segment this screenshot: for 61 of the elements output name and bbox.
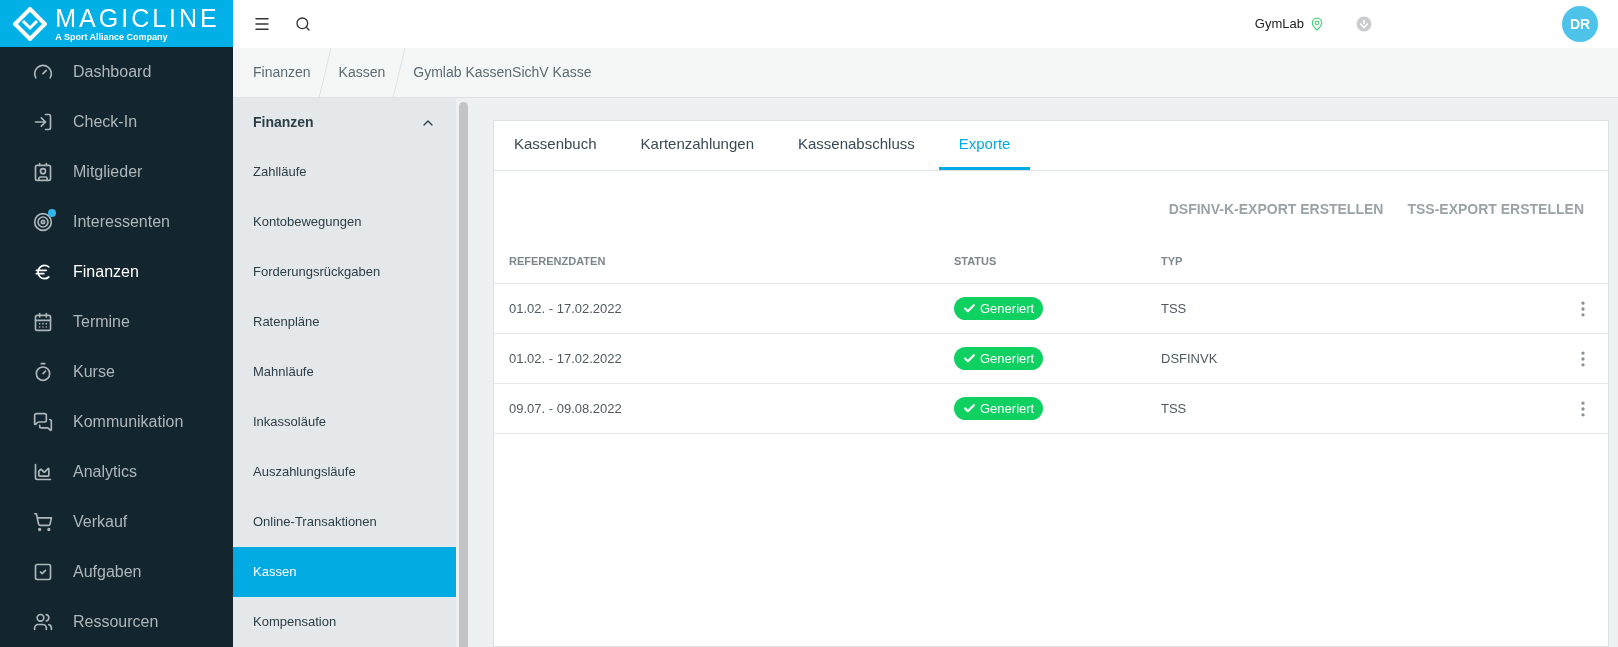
calendar-icon — [33, 312, 53, 332]
subnav-item[interactable]: Kontobewegungen — [233, 197, 456, 247]
subnav-item[interactable]: Zahlläufe — [233, 147, 456, 197]
checkbox-icon — [33, 562, 53, 582]
search-icon[interactable] — [295, 16, 311, 32]
nav-item[interactable]: Finanzen — [0, 247, 233, 297]
nav-item[interactable]: Verkauf — [0, 497, 233, 547]
subnav-item[interactable]: Online-Transaktionen — [233, 497, 456, 547]
subnav-item[interactable]: Inkassoläufe — [233, 397, 456, 447]
type-cell-text: DSFINVK — [1161, 349, 1219, 368]
chart-icon — [33, 462, 53, 482]
subnav-item[interactable]: Forderungsrückgaben — [233, 247, 456, 297]
column-header: TYP — [1161, 254, 1184, 270]
people-icon — [33, 612, 53, 632]
scrollbar-thumb[interactable] — [458, 102, 468, 647]
chat-bubbles-icon — [33, 412, 53, 432]
target-icon — [33, 212, 53, 232]
nav-item[interactable]: Check-In — [0, 97, 233, 147]
nav-item[interactable]: Mitglieder — [0, 147, 233, 197]
nav-item[interactable]: Aufgaben — [0, 547, 233, 597]
logo-icon — [13, 6, 48, 41]
breadcrumb-link[interactable]: Finanzen — [253, 62, 311, 83]
subnav-item[interactable]: Kompensation — [233, 597, 456, 647]
logo-wordmark: MAGICLINE — [55, 5, 220, 31]
stopwatch-icon — [33, 362, 53, 382]
nav-item[interactable]: Interessenten — [0, 197, 233, 247]
sign-in-icon — [33, 112, 53, 132]
nav-item[interactable]: Kurse — [0, 347, 233, 397]
shopping-cart-icon — [33, 512, 53, 532]
nav-item[interactable]: Termine — [0, 297, 233, 347]
nav-item[interactable]: Ressourcen — [0, 597, 233, 647]
tab[interactable]: Kassenabschluss — [778, 121, 935, 170]
subnav-item[interactable]: Auszahlungsläufe — [233, 447, 456, 497]
subnav-item[interactable]: Mahnläufe — [233, 347, 456, 397]
status-badge: Generiert — [954, 346, 1044, 370]
logo-tagline: A Sport Alliance Company — [55, 32, 169, 42]
status-badge: Generiert — [954, 296, 1044, 320]
menu-icon[interactable] — [253, 15, 271, 33]
column-header: REFERENZDATEN — [509, 254, 607, 270]
date-range-cell-text: 01.02. - 17.02.2022 — [509, 349, 623, 368]
nav-item[interactable]: Dashboard — [0, 47, 233, 97]
type-cell-text: TSS — [1161, 399, 1188, 418]
tab[interactable]: Kassenbuch — [514, 121, 617, 170]
breadcrumb-link[interactable]: Kassen — [338, 62, 386, 83]
tab[interactable]: Kartenzahlungen — [620, 121, 774, 170]
status-badge: Generiert — [954, 396, 1044, 420]
breadcrumb-link[interactable]: Gymlab KassenSichV Kasse — [413, 62, 592, 83]
column-header: STATUS — [954, 254, 998, 270]
date-range-cell-text: 09.07. - 09.08.2022 — [509, 399, 623, 418]
studio-name[interactable]: GymLab — [1254, 14, 1304, 34]
gauge-icon — [33, 62, 53, 82]
download-icon[interactable] — [1354, 14, 1374, 34]
nav-item[interactable]: Analytics — [0, 447, 233, 497]
subnav-title: Finanzen — [253, 113, 314, 132]
date-range-cell-text: 01.02. - 17.02.2022 — [509, 299, 623, 318]
subnav-header[interactable]: Finanzen — [233, 98, 456, 147]
type-cell-text: TSS — [1161, 299, 1188, 318]
nav-item[interactable]: Kommunikation — [0, 397, 233, 447]
location-pin-icon — [1310, 17, 1324, 31]
subnav-item[interactable]: Ratenpläne — [233, 297, 456, 347]
contact-card-icon — [33, 162, 53, 182]
